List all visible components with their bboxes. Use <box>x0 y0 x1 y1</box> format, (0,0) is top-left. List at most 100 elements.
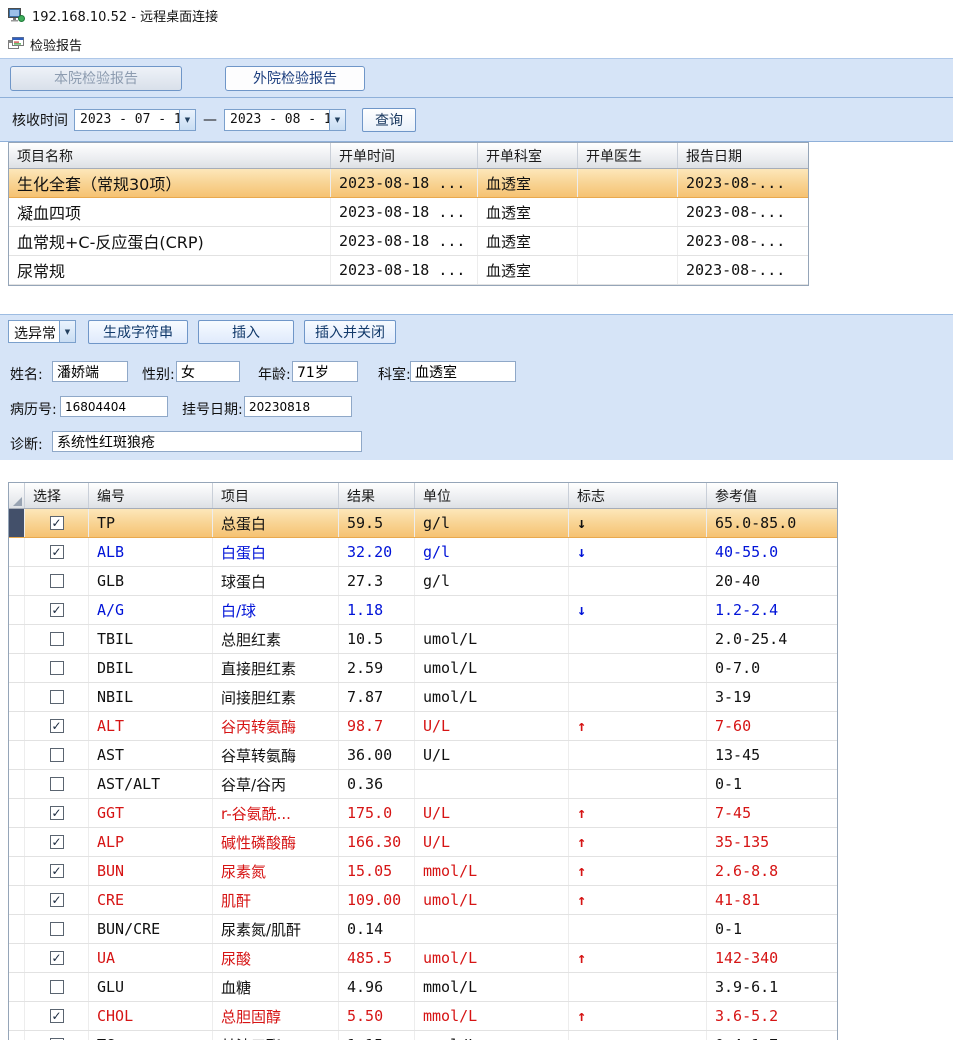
result-row-selector[interactable] <box>9 654 25 682</box>
result-row-selector[interactable] <box>9 799 25 827</box>
result-row-selector[interactable] <box>9 1031 25 1040</box>
result-row-selector[interactable] <box>9 741 25 769</box>
result-row[interactable]: ✓ ALT 谷丙转氨酶 98.7 U/L ↑ 7-60 <box>9 712 837 741</box>
row-checkbox[interactable]: ✓ <box>49 603 64 617</box>
row-checkbox[interactable]: ✓ <box>49 719 64 733</box>
date-from-combo[interactable]: 2023 - 07 - 19 ▼ <box>74 108 196 131</box>
tab-external-report[interactable]: 外院检验报告 <box>225 65 365 91</box>
diagnosis-field[interactable] <box>52 431 362 452</box>
result-cell-code: GLU <box>89 973 213 1001</box>
report-row[interactable]: 尿常规 2023-08-18 ... 血透室 2023-08-... <box>9 256 808 285</box>
result-row[interactable]: ✓ ALB 白蛋白 32.20 g/l ↓ 40-55.0 <box>9 538 837 567</box>
result-cell-flag: ↑ <box>569 1002 707 1030</box>
insert-and-close-button[interactable]: 插入并关闭 <box>304 319 396 344</box>
result-row-selector[interactable] <box>9 1002 25 1030</box>
result-row-selector[interactable] <box>9 857 25 885</box>
row-checkbox[interactable]: ✓ <box>49 516 64 530</box>
result-cell-result: 59.5 <box>339 509 415 537</box>
report-cell-name: 凝血四项 <box>9 198 331 226</box>
result-row-selector[interactable] <box>9 596 25 624</box>
result-row-selector[interactable] <box>9 683 25 711</box>
result-row[interactable]: NBIL 间接胆红素 7.87 umol/L 3-19 <box>9 683 837 712</box>
result-cell-item: 总胆固醇 <box>213 1002 339 1030</box>
row-checkbox[interactable]: ✓ <box>49 835 64 849</box>
row-checkbox[interactable] <box>49 980 64 994</box>
generate-string-button[interactable]: 生成字符串 <box>88 319 188 344</box>
abnormal-filter-select[interactable]: 选异常 ▼ <box>8 320 76 343</box>
row-checkbox[interactable] <box>49 574 64 588</box>
report-row[interactable]: 凝血四项 2023-08-18 ... 血透室 2023-08-... <box>9 198 808 227</box>
result-row[interactable]: GLU 血糖 4.96 mmol/L 3.9-6.1 <box>9 973 837 1002</box>
result-cell-item: 尿素氮 <box>213 857 339 885</box>
result-row-selector[interactable] <box>9 828 25 856</box>
row-checkbox[interactable] <box>49 690 64 704</box>
result-row[interactable]: TBIL 总胆红素 10.5 umol/L 2.0-25.4 <box>9 625 837 654</box>
insert-button[interactable]: 插入 <box>198 319 294 344</box>
result-cell-flag: ↑ <box>569 712 707 740</box>
result-row[interactable]: AST 谷草转氨酶 36.00 U/L 13-45 <box>9 741 837 770</box>
result-cell-unit <box>415 770 569 798</box>
result-row-selector[interactable] <box>9 915 25 943</box>
row-checkbox[interactable] <box>49 661 64 675</box>
gender-field[interactable] <box>176 361 240 382</box>
report-row[interactable]: 生化全套（常规30项） 2023-08-18 ... 血透室 2023-08-... <box>9 169 808 198</box>
result-row-selector[interactable] <box>9 538 25 566</box>
result-cell-item: 间接胆红素 <box>213 683 339 711</box>
reports-column-header: 开单科室 <box>478 143 578 168</box>
results-column-header: 项目 <box>213 483 339 508</box>
row-checkbox[interactable] <box>49 777 64 791</box>
result-row[interactable]: TG甘油三酯1.15mmol/L 0.4-1.7 <box>9 1031 837 1040</box>
registration-date-field[interactable] <box>244 396 352 417</box>
result-row-selector[interactable] <box>9 625 25 653</box>
result-cell-ref: 7-45 <box>715 804 752 822</box>
row-checkbox[interactable]: ✓ <box>49 806 64 820</box>
result-cell-result: 0.14 <box>339 915 415 943</box>
result-row[interactable]: ✓ CRE 肌酐 109.00 umol/L ↑ 41-81 <box>9 886 837 915</box>
result-row[interactable]: ✓ GGT r-谷氨酰... 175.0 U/L ↑ 7-45 <box>9 799 837 828</box>
query-button[interactable]: 查询 <box>362 107 416 132</box>
tab-local-report[interactable]: 本院检验报告 <box>10 65 182 91</box>
result-row[interactable]: ✓ ALP 碱性磷酸酶 166.30 U/L ↑ 35-135 <box>9 828 837 857</box>
result-row-selector[interactable] <box>9 944 25 972</box>
result-row[interactable]: ✓ UA 尿酸 485.5 umol/L ↑ 142-340 <box>9 944 837 973</box>
row-checkbox[interactable] <box>49 922 64 936</box>
result-row-selector[interactable] <box>9 567 25 595</box>
record-number-field[interactable] <box>60 396 168 417</box>
date-range-separator: — <box>203 111 217 128</box>
result-row[interactable]: ✓ BUN 尿素氮 15.05 mmol/L ↑ 2.6-8.8 <box>9 857 837 886</box>
row-checkbox[interactable]: ✓ <box>49 545 64 559</box>
row-checkbox[interactable]: ✓ <box>49 951 64 965</box>
row-checkbox[interactable]: ✓ <box>49 893 64 907</box>
row-checkbox[interactable] <box>49 632 64 646</box>
row-checkbox[interactable] <box>49 748 64 762</box>
result-row[interactable]: ✓ A/G 白/球 1.18 ↓ 1.2-2.4 <box>9 596 837 625</box>
result-row[interactable]: AST/ALT 谷草/谷丙 0.36 0-1 <box>9 770 837 799</box>
result-cell-code: TG <box>89 1031 213 1040</box>
result-row[interactable]: GLB 球蛋白 27.3 g/l 20-40 <box>9 567 837 596</box>
date-to-combo[interactable]: 2023 - 08 - 18 ▼ <box>224 108 346 131</box>
result-row-selector[interactable] <box>9 770 25 798</box>
results-column-header: 选择 <box>25 483 89 508</box>
name-field[interactable] <box>52 361 128 382</box>
result-row-selector[interactable] <box>9 509 25 537</box>
result-row[interactable]: BUN/CRE 尿素氮/肌酐 0.14 0-1 <box>9 915 837 944</box>
result-row-selector[interactable] <box>9 886 25 914</box>
chevron-down-icon[interactable]: ▼ <box>59 321 75 342</box>
result-row[interactable]: ✓ CHOL 总胆固醇 5.50 mmol/L ↑ 3.6-5.2 <box>9 1002 837 1031</box>
result-row-selector[interactable] <box>9 712 25 740</box>
chevron-down-icon[interactable]: ▼ <box>329 109 345 130</box>
result-row-selector[interactable] <box>9 973 25 1001</box>
report-row[interactable]: 血常规+C-反应蛋白(CRP) 2023-08-18 ... 血透室 2023-08-… <box>9 227 808 256</box>
result-row[interactable]: DBIL 直接胆红素 2.59 umol/L 0-7.0 <box>9 654 837 683</box>
department-field[interactable] <box>410 361 516 382</box>
age-field[interactable] <box>292 361 358 382</box>
row-checkbox[interactable]: ✓ <box>49 864 64 878</box>
chevron-down-icon[interactable]: ▼ <box>179 109 195 130</box>
result-row[interactable]: ✓ TP 总蛋白 59.5 g/l ↓ 65.0-85.0 <box>9 509 837 538</box>
report-cell-doctor <box>578 227 678 255</box>
result-cell-flag <box>569 625 707 653</box>
result-cell-ref: 13-45 <box>715 746 761 764</box>
result-cell-item: 直接胆红素 <box>213 654 339 682</box>
report-cell-name: 血常规+C-反应蛋白(CRP) <box>9 227 331 255</box>
row-checkbox[interactable]: ✓ <box>49 1009 64 1023</box>
